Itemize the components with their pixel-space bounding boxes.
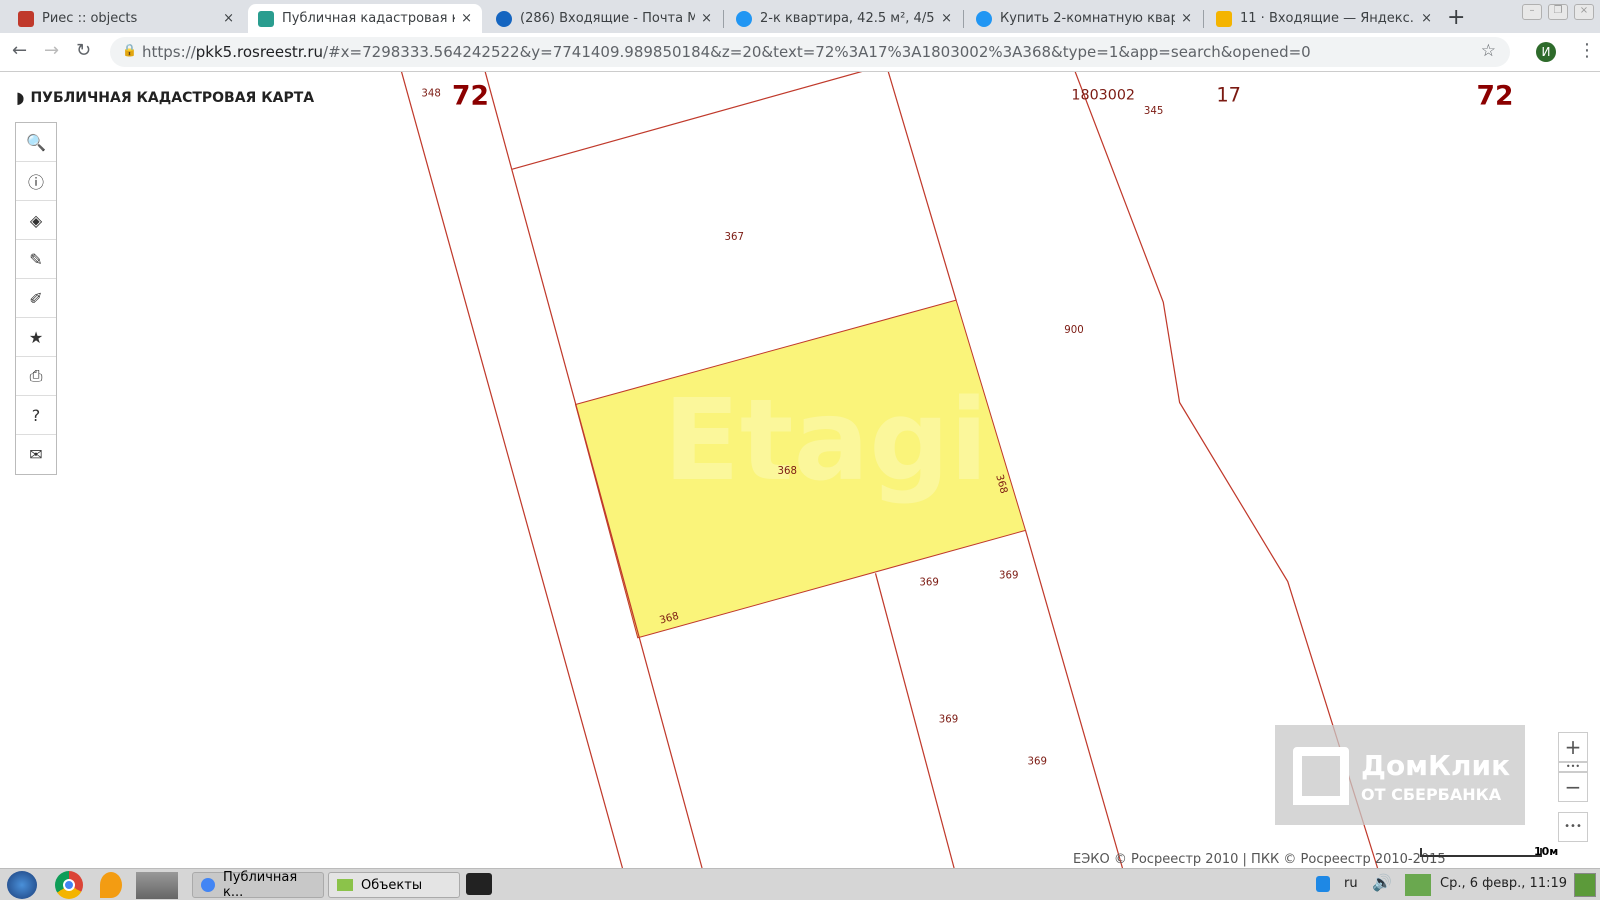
camera-icon[interactable] bbox=[466, 873, 492, 895]
tab-apartment[interactable]: 2-к квартира, 42.5 м², 4/5 э × bbox=[726, 4, 962, 33]
tab-bar: Риес :: objects× Публичная кадастровая к… bbox=[0, 0, 1600, 33]
lock-icon: 🔒 bbox=[122, 43, 137, 57]
taskbar: Публичная к... Объекты ru 🔊 Ср., 6 февр.… bbox=[0, 868, 1600, 900]
clock[interactable]: Ср., 6 февр., 11:19 bbox=[1440, 876, 1567, 891]
favicon-icon bbox=[18, 10, 34, 27]
etagi-watermark: Etagi bbox=[663, 375, 988, 506]
language-indicator[interactable]: ru bbox=[1344, 876, 1358, 891]
tab-cadastral-map[interactable]: Публичная кадастровая кар× bbox=[248, 4, 482, 33]
parcel-label: 369 bbox=[1028, 757, 1047, 768]
draw-button[interactable]: ✎ bbox=[16, 240, 56, 279]
favicon-icon bbox=[736, 10, 752, 27]
attribution: ЕЭКО © Росреестр 2010 | ПКК © Росреестр … bbox=[1073, 852, 1446, 867]
scale-bar bbox=[1420, 848, 1542, 857]
app-title: ◗ ПУБЛИЧНАЯ КАДАСТРОВАЯ КАРТА bbox=[16, 88, 315, 107]
favicon-icon bbox=[496, 10, 512, 27]
reload-icon[interactable]: ↻ bbox=[76, 40, 91, 61]
tab-yandex-mail[interactable]: 11 · Входящие — Яндекс.П × bbox=[1206, 4, 1442, 33]
start-button[interactable] bbox=[7, 871, 37, 899]
maximize-button[interactable]: ❐ bbox=[1548, 4, 1568, 20]
zoom-out-button[interactable]: − bbox=[1558, 772, 1588, 802]
forward-icon[interactable]: → bbox=[44, 40, 59, 61]
favorites-button[interactable]: ★ bbox=[16, 318, 56, 357]
zoom-controls: + ••• − ••• bbox=[1558, 732, 1588, 842]
map-toolbar: 🔍 ⓘ ◈ ✎ ✐ ★ ⎙ ? ✉ bbox=[15, 122, 57, 475]
favicon-icon bbox=[1216, 10, 1232, 27]
parcel-label: 367 bbox=[724, 232, 743, 243]
parcel-label: 369 bbox=[919, 578, 938, 589]
close-tab-icon[interactable]: × bbox=[1181, 11, 1192, 26]
layers-button[interactable]: ◈ bbox=[16, 201, 56, 240]
favicon-icon bbox=[976, 10, 992, 27]
print-button[interactable]: ⎙ bbox=[16, 357, 56, 396]
feedback-button[interactable]: ✉ bbox=[16, 435, 56, 474]
parcel-label: 900 bbox=[1064, 325, 1083, 336]
quarter-label: 1803002 bbox=[1071, 88, 1135, 104]
volume-icon[interactable]: 🔊 bbox=[1372, 873, 1392, 892]
parcel-label: 369 bbox=[999, 570, 1018, 581]
zoom-slider[interactable]: ••• bbox=[1558, 762, 1588, 772]
bookmark-star-icon[interactable]: ☆ bbox=[1481, 41, 1496, 61]
help-button[interactable]: ? bbox=[16, 396, 56, 435]
info-button[interactable]: ⓘ bbox=[16, 162, 56, 201]
profile-avatar[interactable]: И bbox=[1536, 42, 1556, 62]
taskbar-item-chrome[interactable]: Публичная к... bbox=[192, 870, 324, 900]
url-input[interactable]: 🔒 https://pkk5.rosreestr.ru/#x=7298333.56… bbox=[110, 37, 1510, 67]
close-window-button[interactable]: × bbox=[1574, 4, 1594, 20]
scale-label: 10м bbox=[1534, 845, 1559, 858]
minimize-button[interactable]: – bbox=[1522, 4, 1542, 20]
tab-buy-apartment[interactable]: Купить 2-комнатную кварт × bbox=[966, 4, 1202, 33]
folder-icon bbox=[337, 879, 353, 891]
tab-mail[interactable]: (286) Входящие - Почта Ma × bbox=[486, 4, 722, 33]
zoom-in-button[interactable]: + bbox=[1558, 732, 1588, 762]
domclick-watermark: ДомКлик ОТ СБЕРБАНКА bbox=[1275, 725, 1525, 825]
more-button[interactable]: ••• bbox=[1558, 812, 1588, 842]
region-label: 72 bbox=[452, 81, 489, 112]
close-tab-icon[interactable]: × bbox=[223, 11, 234, 26]
2gis-launcher-icon[interactable] bbox=[100, 872, 122, 898]
chrome-launcher-icon[interactable] bbox=[55, 871, 83, 899]
logo-icon: ◗ bbox=[16, 88, 25, 107]
taskbar-item-folder[interactable]: Объекты bbox=[328, 872, 460, 898]
back-icon[interactable]: ← bbox=[12, 40, 27, 61]
parcel-label: 368 bbox=[778, 466, 797, 477]
close-tab-icon[interactable]: × bbox=[701, 11, 712, 26]
teamviewer-icon[interactable] bbox=[1316, 876, 1330, 892]
desktop-preview[interactable] bbox=[136, 872, 178, 899]
parcel-label: 369 bbox=[939, 715, 958, 726]
measure-button[interactable]: ✐ bbox=[16, 279, 56, 318]
region-label: 72 bbox=[1477, 81, 1514, 112]
network-icon[interactable] bbox=[1405, 874, 1431, 896]
search-button[interactable]: 🔍 bbox=[16, 123, 56, 162]
close-tab-icon[interactable]: × bbox=[461, 11, 472, 26]
house-logo-icon bbox=[1293, 747, 1349, 805]
favicon-icon bbox=[258, 10, 274, 27]
chrome-icon bbox=[201, 878, 215, 892]
show-desktop-button[interactable] bbox=[1574, 873, 1596, 897]
tab-objects[interactable]: Риес :: objects × bbox=[8, 4, 244, 33]
parcel-label: 348 bbox=[421, 89, 440, 100]
parcel-label: 345 bbox=[1144, 106, 1163, 117]
address-bar-row: ← → ↻ 🔒 https://pkk5.rosreestr.ru/#x=7298… bbox=[0, 33, 1600, 72]
close-tab-icon[interactable]: × bbox=[1421, 11, 1432, 26]
close-tab-icon[interactable]: × bbox=[941, 11, 952, 26]
menu-icon[interactable]: ⋮ bbox=[1578, 40, 1596, 61]
district-label: 17 bbox=[1216, 84, 1241, 107]
new-tab-button[interactable]: + bbox=[1447, 5, 1465, 30]
